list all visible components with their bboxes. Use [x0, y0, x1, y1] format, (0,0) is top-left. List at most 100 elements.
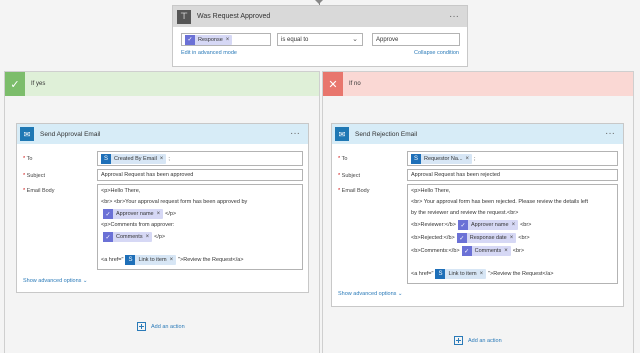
approver-name-token[interactable]: ✓ Approver name × [103, 209, 164, 219]
link-to-item-token[interactable]: S Link to item × [435, 269, 487, 279]
body-text: </p> [165, 211, 177, 217]
condition-left-field[interactable]: ✓ Response × [181, 33, 271, 46]
add-action-icon [137, 322, 146, 331]
body-text: <br> [518, 235, 530, 241]
condition-title: Was Request Approved [197, 13, 271, 20]
email-body-field[interactable]: <p>Hello There, <br> <br>Your approval r… [97, 184, 303, 270]
body-line: <p>Hello There, [411, 188, 451, 194]
condition-header[interactable]: ⊤ Was Request Approved ··· [173, 6, 467, 27]
subject-label: * Subject [338, 173, 361, 179]
body-line: <b>Reviewer:</b> ✓ Approver name × <br> [411, 220, 531, 230]
send-approval-email-header[interactable]: ✉ Send Approval Email ··· [17, 124, 308, 144]
subject-field[interactable]: Approval Request has been approved [97, 169, 303, 181]
condition-icon: ⊤ [177, 9, 191, 24]
mail-icon: ✉ [20, 127, 34, 141]
approval-icon: ✓ [461, 246, 472, 256]
more-options-icon[interactable]: ··· [605, 129, 615, 139]
add-action-button[interactable]: Add an action [454, 336, 502, 345]
body-line: <a href=" S Link to item × ">Review the … [411, 269, 554, 279]
token-label: Approver name [470, 222, 509, 228]
requestor-name-token[interactable]: S Requestor Na... × [411, 153, 473, 164]
remove-token-icon[interactable]: × [157, 211, 161, 217]
add-action-label: Add an action [468, 337, 502, 344]
response-date-token[interactable]: ✓ Response date × [456, 233, 517, 243]
to-field[interactable]: S Created By Email × ; [97, 151, 303, 166]
body-text: <b>Reviewer:</b> [411, 222, 456, 228]
add-action-label: Add an action [151, 323, 185, 330]
to-field[interactable]: S Requestor Na... × ; [407, 151, 618, 166]
chevron-down-icon: ⌄ [352, 36, 358, 43]
response-token[interactable]: ✓ Response × [185, 34, 233, 45]
body-line: <p>Comments from approver: [101, 222, 175, 228]
check-icon: ✓ [5, 72, 25, 96]
email-body-field[interactable]: <p>Hello There, <br> Your approval form … [407, 184, 618, 284]
add-action-button[interactable]: Add an action [137, 322, 185, 331]
email-body-label: * Email Body [338, 188, 370, 194]
remove-token-icon[interactable]: × [466, 156, 470, 162]
show-advanced-options-link[interactable]: Show advanced options ⌄ [338, 291, 403, 297]
sharepoint-icon: S [125, 255, 136, 265]
body-line: ✓ Approver name × </p> [101, 209, 176, 219]
email-body-label: * Email Body [23, 188, 55, 194]
send-rejection-email-header[interactable]: ✉ Send Rejection Email ··· [332, 124, 623, 144]
comments-token[interactable]: ✓ Comments × [461, 246, 511, 256]
body-text: ">Review the Request</a> [488, 271, 554, 277]
approval-icon: ✓ [103, 232, 113, 242]
approver-name-token[interactable]: ✓ Approver name × [457, 220, 519, 230]
to-suffix: ; [474, 155, 476, 162]
remove-token-icon[interactable]: × [504, 248, 508, 254]
body-text: <br> [520, 222, 532, 228]
body-text: <br> [512, 248, 525, 254]
operator-value: is equal to [281, 36, 309, 43]
token-label: Created By Email [114, 155, 157, 162]
remove-token-icon[interactable]: × [512, 222, 516, 228]
token-label: Requestor Na... [424, 155, 463, 162]
operator-select[interactable]: is equal to ⌄ [277, 33, 363, 46]
body-text: ">Review the Request</a> [178, 257, 244, 263]
remove-token-icon[interactable]: × [170, 257, 174, 263]
more-options-icon[interactable]: ··· [449, 11, 459, 22]
if-no-body: ✉ Send Rejection Email ··· * To S Reques… [323, 96, 633, 353]
card-title: Send Approval Email [40, 130, 101, 138]
token-label: Link to item [138, 257, 167, 263]
remove-token-icon[interactable]: × [146, 234, 150, 240]
edit-advanced-link[interactable]: Edit in advanced mode [181, 50, 237, 56]
if-yes-label: If yes [31, 81, 46, 87]
body-text: <a href=" [411, 271, 434, 277]
card-title: Send Rejection Email [355, 130, 418, 138]
created-by-email-token[interactable]: S Created By Email × [101, 153, 167, 164]
close-icon: ✕ [323, 72, 343, 96]
condition-card: ⊤ Was Request Approved ··· ✓ Response × … [172, 5, 468, 67]
remove-token-icon[interactable]: × [510, 235, 514, 241]
body-text: <a href=" [101, 257, 124, 263]
right-value: Approve [376, 36, 399, 43]
if-yes-branch: ✓ If yes ✉ Send Approval Email ··· * To … [4, 71, 320, 353]
show-advanced-options-link[interactable]: Show advanced options ⌄ [23, 278, 88, 284]
body-line: ✓ Comments × </p> [101, 232, 165, 242]
link-to-item-token[interactable]: S Link to item × [125, 255, 177, 265]
flow-arrow-icon [315, 0, 323, 4]
remove-token-icon[interactable]: × [480, 271, 484, 277]
body-text: <b>Comments:</b> [411, 248, 460, 254]
remove-token-icon[interactable]: × [226, 37, 230, 43]
collapse-condition-link[interactable]: Collapse condition [414, 50, 459, 56]
body-line: <p>Hello There, [101, 188, 141, 194]
body-line: <b>Comments:</b> ✓ Comments × <br> [411, 246, 524, 256]
if-no-label: If no [349, 81, 361, 87]
comments-token[interactable]: ✓ Comments × [103, 232, 153, 242]
mail-icon: ✉ [335, 127, 349, 141]
token-label: Link to item [448, 271, 477, 277]
add-action-icon [454, 336, 463, 345]
more-options-icon[interactable]: ··· [290, 129, 300, 139]
if-no-header: ✕ If no [323, 72, 633, 96]
approval-icon: ✓ [457, 220, 468, 230]
subject-field[interactable]: Approval Request has been rejected [407, 169, 618, 181]
send-rejection-email-card: ✉ Send Rejection Email ··· * To S Reques… [331, 123, 624, 307]
condition-right-field[interactable]: Approve [372, 33, 460, 46]
sharepoint-icon: S [435, 269, 446, 279]
remove-token-icon[interactable]: × [160, 156, 164, 162]
to-label: * To [338, 156, 348, 162]
send-approval-email-card: ✉ Send Approval Email ··· * To S Created… [16, 123, 309, 293]
body-line: <br> <br>Your approval request form has … [101, 199, 248, 205]
token-label: Response date [469, 235, 507, 241]
